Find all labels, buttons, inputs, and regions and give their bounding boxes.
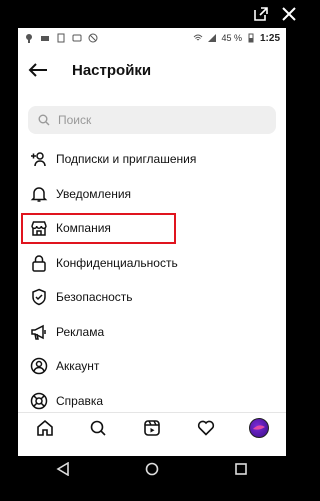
home-icon xyxy=(36,419,53,436)
menu-item-label: Справка xyxy=(56,393,104,408)
back-triangle-icon xyxy=(56,461,69,476)
reels-icon xyxy=(144,419,160,436)
mail-icon xyxy=(41,36,49,41)
menu-item-privacy[interactable]: Конфиденциальность xyxy=(18,246,286,281)
system-home-button[interactable] xyxy=(145,462,159,481)
bell-icon xyxy=(30,185,48,203)
system-back-button[interactable] xyxy=(56,461,70,481)
search-tab[interactable] xyxy=(87,417,109,439)
header: Настройки xyxy=(18,48,286,92)
battery-icon xyxy=(248,33,254,43)
heart-icon xyxy=(197,420,214,436)
highlight-box xyxy=(21,213,176,244)
recents-square-icon xyxy=(235,462,248,475)
clock: 1:25 xyxy=(259,32,280,44)
system-nav-bar xyxy=(18,456,286,486)
help-icon xyxy=(30,392,48,410)
activity-tab[interactable] xyxy=(195,417,217,439)
search-input[interactable]: Поиск xyxy=(28,106,276,134)
lock-icon xyxy=(30,254,48,272)
back-arrow-icon xyxy=(28,63,47,77)
location-icon xyxy=(26,34,32,43)
avatar xyxy=(249,417,270,438)
search-icon xyxy=(38,114,50,126)
menu-item-ads[interactable]: Реклама xyxy=(18,315,286,350)
app-bottom-nav xyxy=(18,412,286,442)
shield-icon xyxy=(30,288,48,306)
system-recents-button[interactable] xyxy=(234,462,248,481)
close-icon[interactable] xyxy=(281,6,297,22)
battery-percent: 45 % xyxy=(221,33,242,43)
wifi-icon xyxy=(194,34,203,41)
menu-item-label: Уведомления xyxy=(56,186,132,201)
settings-list: Подписки и приглашения Уведомления Компа… xyxy=(18,142,286,418)
back-button[interactable] xyxy=(28,55,58,85)
menu-item-label: Реклама xyxy=(56,324,105,339)
sim-icon xyxy=(57,33,65,43)
profile-tab[interactable] xyxy=(248,417,270,439)
cast-icon xyxy=(72,34,82,42)
menu-item-label: Подписки и приглашения xyxy=(56,152,197,167)
menu-item-security[interactable]: Безопасность xyxy=(18,280,286,315)
open-external-icon[interactable] xyxy=(253,6,269,22)
search-placeholder: Поиск xyxy=(58,113,92,127)
menu-item-label: Аккаунт xyxy=(56,359,100,374)
home-tab[interactable] xyxy=(34,417,56,439)
reels-tab[interactable] xyxy=(141,417,163,439)
menu-item-subscriptions[interactable]: Подписки и приглашения xyxy=(18,142,286,177)
signal-icon xyxy=(208,34,217,42)
menu-item-company[interactable]: Компания xyxy=(18,211,286,246)
menu-item-label: Конфиденциальность xyxy=(56,255,178,270)
page-title: Настройки xyxy=(72,61,152,79)
menu-item-notifications[interactable]: Уведомления xyxy=(18,177,286,212)
account-icon xyxy=(30,357,48,375)
menu-item-account[interactable]: Аккаунт xyxy=(18,349,286,384)
search-tab-icon xyxy=(91,420,106,436)
menu-item-label: Безопасность xyxy=(56,290,133,305)
phone-screen: 45 % 1:25 Настройки Поиск Подписки и при… xyxy=(18,28,286,456)
megaphone-icon xyxy=(30,323,48,341)
status-bar: 45 % 1:25 xyxy=(18,28,286,48)
blocked-icon xyxy=(88,33,98,43)
add-person-icon xyxy=(30,150,48,168)
home-circle-icon xyxy=(145,462,159,475)
external-controls xyxy=(253,0,297,28)
